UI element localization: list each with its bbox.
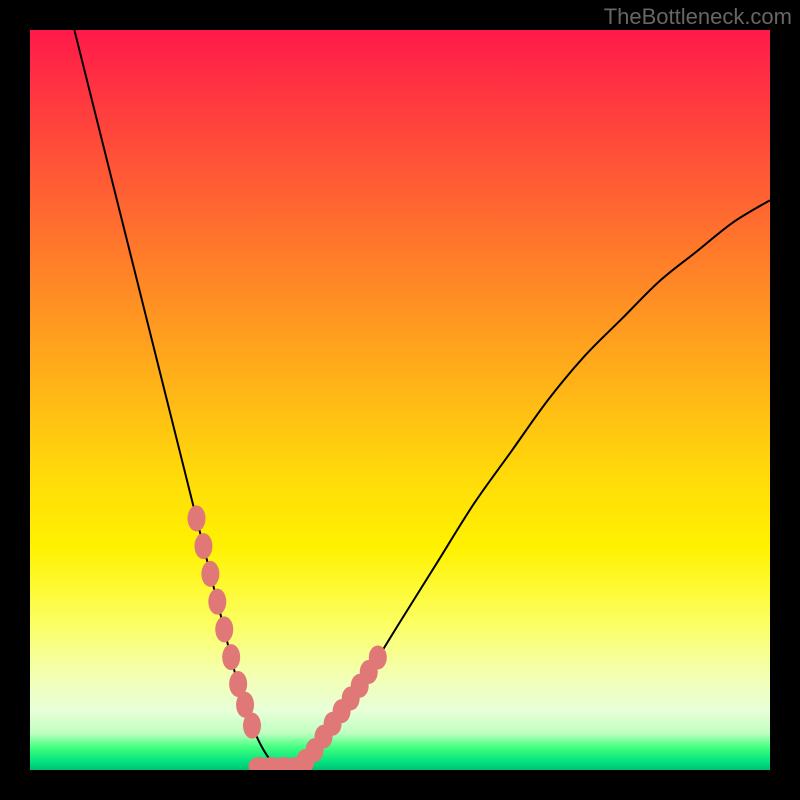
- marker-dot: [222, 644, 240, 670]
- plot-area: [30, 30, 770, 770]
- chart-container: TheBottleneck.com: [0, 0, 800, 800]
- marker-dot: [194, 533, 212, 559]
- marker-dot: [201, 561, 219, 587]
- bottleneck-curve: [74, 30, 770, 770]
- marker-dot: [215, 616, 233, 642]
- marker-dot: [208, 589, 226, 615]
- dotted-markers: [188, 505, 387, 770]
- marker-dot: [243, 713, 261, 739]
- marker-dot: [188, 505, 206, 531]
- chart-svg: [30, 30, 770, 770]
- marker-dot: [369, 646, 387, 670]
- watermark-text: TheBottleneck.com: [604, 4, 792, 30]
